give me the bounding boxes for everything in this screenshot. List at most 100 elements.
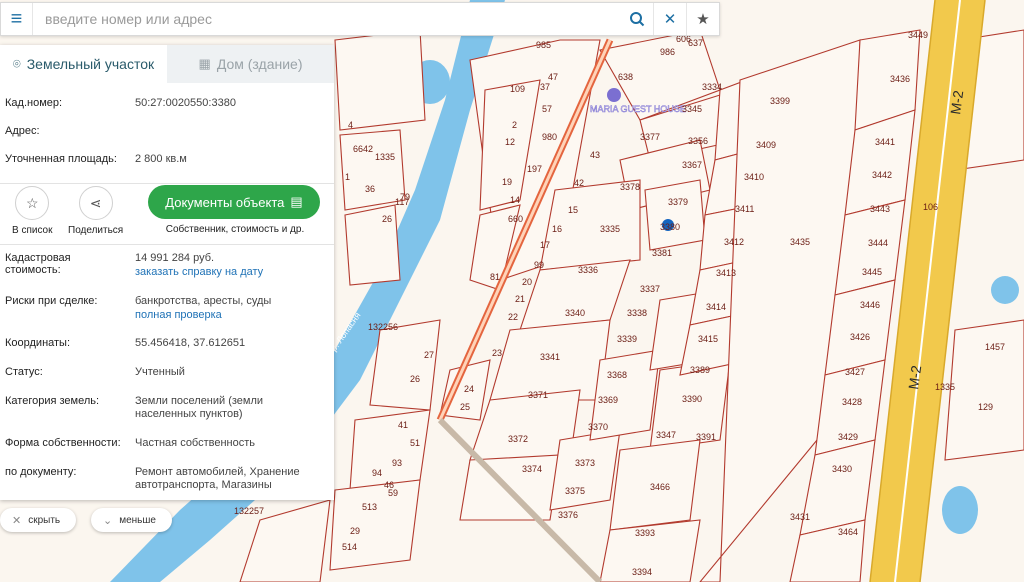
parcel-number-label: 15 xyxy=(568,205,578,215)
documents-subtitle: Собственник, стоимость и др. xyxy=(165,224,305,235)
parcel-number-label: 3375 xyxy=(565,486,585,496)
parcel[interactable] xyxy=(369,319,441,411)
object-documents-button[interactable]: Документы объекта ▤ xyxy=(148,185,320,219)
field-value-group: 14 991 284 руб. заказать справку на дату xyxy=(135,252,263,279)
parcel-number-label: 25 xyxy=(460,402,470,412)
parcel-number-label: 3379 xyxy=(668,197,688,207)
share-button[interactable]: ⋖ Поделиться xyxy=(68,186,123,236)
chevron-down-icon: ⌄ xyxy=(103,514,113,527)
parcel-number-label: 3443 xyxy=(870,204,890,214)
parcel-number-label: 3426 xyxy=(850,332,870,342)
hamburger-icon[interactable]: ≡ xyxy=(1,3,33,35)
parcel-number-label: 3436 xyxy=(890,74,910,84)
tab-building[interactable]: ▦ Дом (здание) xyxy=(167,45,334,83)
parcel-number-label: 16 xyxy=(552,224,562,234)
parcel-number-label: 3340 xyxy=(565,308,585,318)
field-address: Адрес: xyxy=(0,125,140,137)
field-label: по документу: xyxy=(5,466,77,478)
parcel-number-label: 109 xyxy=(510,84,525,94)
button-label: Документы объекта xyxy=(165,194,285,210)
close-icon[interactable]: ✕ xyxy=(654,3,686,35)
parcel-number-label: 106 xyxy=(923,202,938,212)
parcel-number-label: 19 xyxy=(502,177,512,187)
parcel[interactable] xyxy=(334,29,426,131)
star-icon[interactable]: ★ xyxy=(687,3,719,35)
search-icon[interactable] xyxy=(621,3,653,35)
field-value: Учтенный xyxy=(135,366,185,378)
tab-label: Дом (здание) xyxy=(216,56,303,72)
parcel[interactable] xyxy=(349,409,431,491)
parcel-number-label: 1 xyxy=(345,172,350,182)
pond xyxy=(991,276,1019,304)
parcel-number-label: 57 xyxy=(542,104,552,114)
parcel-number-label: 3410 xyxy=(744,172,764,182)
field-label: Форма собственности: xyxy=(5,437,121,449)
full-check-link[interactable]: полная проверка xyxy=(135,309,271,322)
tab-label: Земельный участок xyxy=(26,56,155,72)
order-certificate-link[interactable]: заказать справку на дату xyxy=(135,266,263,279)
cad-number-link[interactable]: 50:27:0020550:3380 xyxy=(135,97,236,110)
parcel-number-label: 3337 xyxy=(640,284,660,294)
parcel-number-label: 3339 xyxy=(617,334,637,344)
tab-land-plot[interactable]: ⌾ Земельный участок xyxy=(0,45,167,83)
parcel-number-label: 3466 xyxy=(650,482,670,492)
parcel-number-label: 514 xyxy=(342,542,357,552)
parcel-number-label: 985 xyxy=(536,40,551,50)
parcel-number-label: 3413 xyxy=(716,268,736,278)
field-label: Риски при сделке: xyxy=(5,295,98,307)
parcel[interactable] xyxy=(644,179,706,251)
hide-panel-button[interactable]: ✕ скрыть xyxy=(0,508,76,532)
poi-icon[interactable] xyxy=(607,88,621,102)
parcel-number-label: 2 xyxy=(512,120,517,130)
action-label: Поделиться xyxy=(68,225,124,236)
action-label: В список xyxy=(12,225,53,236)
parcel-number-label: 3394 xyxy=(632,567,652,577)
search-bar: ≡ ✕ ★ xyxy=(0,2,720,36)
parcel-number-label: 47 xyxy=(548,72,558,82)
parcel-number-label: 132256 xyxy=(368,322,398,332)
parcel-number-label: 94 xyxy=(372,468,382,478)
parcel-number-label: 23 xyxy=(492,348,502,358)
highway-label: М-2 xyxy=(905,364,924,390)
parcel-number-label: 6642 xyxy=(353,144,373,154)
parcel-number-label: 93 xyxy=(392,458,402,468)
parcel[interactable] xyxy=(329,479,421,571)
parcel-number-label: 3429 xyxy=(838,432,858,442)
add-to-list-button[interactable]: ☆ В список xyxy=(12,186,53,236)
parcel-number-label: 3373 xyxy=(575,458,595,468)
field-label: Уточненная площадь: xyxy=(5,153,117,165)
button-label: скрыть xyxy=(28,514,61,526)
field-label: Категория земель: xyxy=(5,395,100,407)
parcel[interactable] xyxy=(549,429,621,511)
parcel-number-label: 3389 xyxy=(690,365,710,375)
parcel-number-label: 3415 xyxy=(698,334,718,344)
panel-tabs: ⌾ Земельный участок ▦ Дом (здание) xyxy=(0,45,334,83)
share-icon: ⋖ xyxy=(78,186,113,220)
parcel-number-label: 3370 xyxy=(588,422,608,432)
parcel-number-label: 3393 xyxy=(635,528,655,538)
parcel-number-label: 3464 xyxy=(838,527,858,537)
parcel-number-label: 3445 xyxy=(862,267,882,277)
collapse-panel-button[interactable]: ⌄ меньше xyxy=(91,508,172,532)
field-value-group: банкротства, аресты, суды полная проверк… xyxy=(135,295,271,322)
parcel-number-label: 3391 xyxy=(696,432,716,442)
parcel-number-label: 3356 xyxy=(688,136,708,146)
search-input[interactable] xyxy=(33,4,621,34)
parcel[interactable] xyxy=(944,319,1024,461)
parcel-number-label: 3367 xyxy=(682,160,702,170)
field-value: 14 991 284 руб. xyxy=(135,252,215,264)
field-ownership: Форма собственности: Частная собственнос… xyxy=(0,437,260,450)
parcel-number-label: 3435 xyxy=(790,237,810,247)
parcel-number-label: 3409 xyxy=(756,140,776,150)
parcel-number-label: 43 xyxy=(590,150,600,160)
parcel-number-label: 12 xyxy=(505,137,515,147)
parcel-number-label: 21 xyxy=(515,294,525,304)
map-pin-icon: ⌾ xyxy=(12,56,21,71)
parcel-number-label: 3334 xyxy=(702,82,722,92)
parcel-number-label: 37 xyxy=(540,82,550,92)
parcel-number-label: 980 xyxy=(542,132,557,142)
parcel-number-label: 3369 xyxy=(598,395,618,405)
parcel-number-label: 3444 xyxy=(868,238,888,248)
field-area: Уточненная площадь: 2 800 кв.м xyxy=(0,153,192,166)
field-category: Категория земель: Земли поселений (земли… xyxy=(0,395,320,421)
